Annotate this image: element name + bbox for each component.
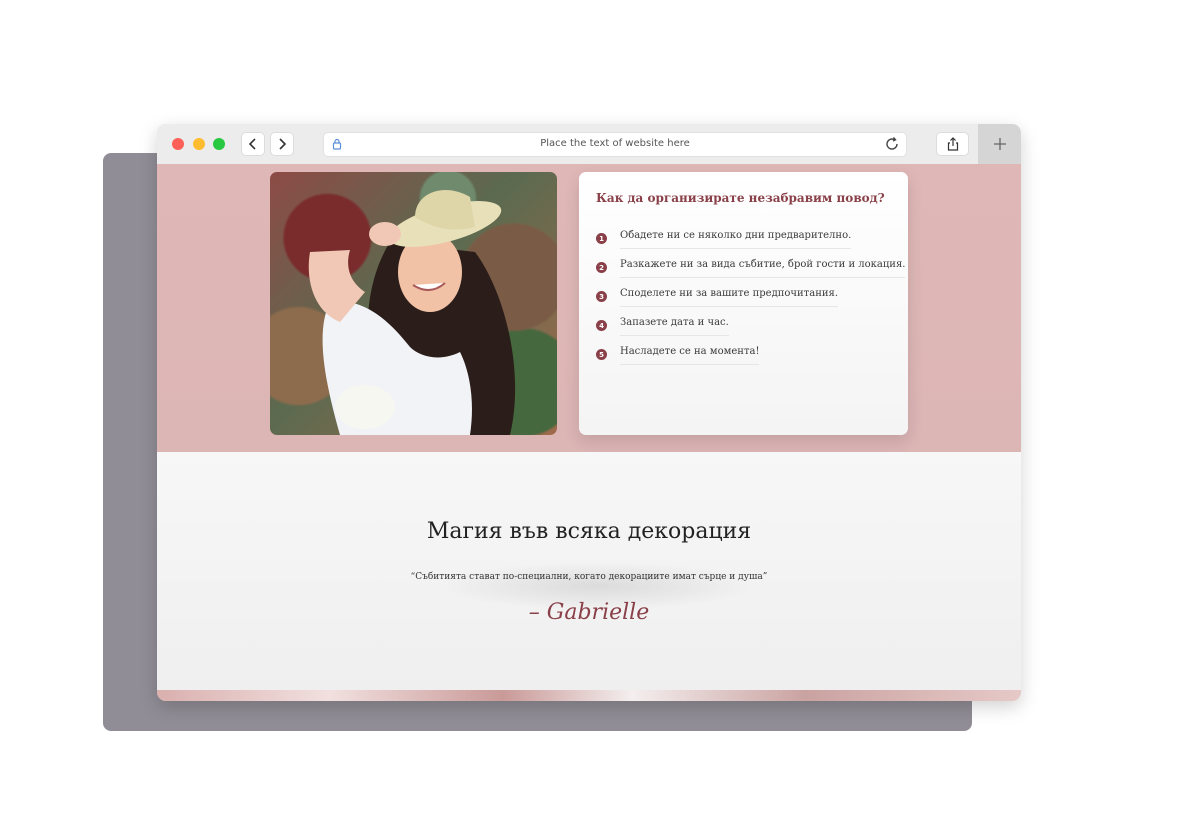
step-number: 5: [596, 349, 607, 360]
maximize-window-button[interactable]: [213, 138, 225, 150]
close-window-button[interactable]: [172, 138, 184, 150]
hero-photo: [270, 172, 557, 435]
url-text: Place the text of website here: [540, 138, 690, 149]
step-number: 2: [596, 262, 607, 273]
chevron-left-icon: [248, 138, 256, 150]
address-bar[interactable]: Place the text of website here: [323, 132, 907, 157]
card-title: Как да организирате незабравим повод?: [596, 191, 885, 205]
step-number: 3: [596, 291, 607, 302]
hero-section: Как да организирате незабравим повод? 1 …: [157, 164, 1021, 452]
browser-toolbar: Place the text of website here: [157, 124, 1021, 165]
share-button[interactable]: [936, 132, 969, 156]
signature: – Gabrielle: [528, 600, 650, 625]
list-item: 5 Насладете се на момента!: [596, 346, 905, 375]
quote-section: Магия във всяка декорация “Събитията ста…: [157, 452, 1021, 690]
plus-icon: [993, 138, 1006, 150]
how-to-card: Как да организирате незабравим повод? 1 …: [579, 172, 908, 435]
reload-icon[interactable]: [884, 136, 900, 152]
step-number: 1: [596, 233, 607, 244]
browser-window: Place the text of website here Как да ор…: [157, 124, 1021, 701]
step-text: Насладете се на момента!: [620, 346, 760, 365]
step-text: Запазете дата и час.: [620, 317, 729, 336]
section-title: Магия във всяка декорация: [426, 519, 752, 544]
list-item: 4 Запазете дата и час.: [596, 317, 905, 346]
list-item: 3 Споделете ни за вашите предпочитания.: [596, 288, 905, 317]
list-item: 2 Разкажете ни за вида събитие, брой гос…: [596, 259, 906, 288]
list-item: 1 Обадете ни се няколко дни предварителн…: [596, 230, 905, 259]
step-text: Обадете ни се няколко дни предварително.: [620, 230, 852, 249]
minimize-window-button[interactable]: [193, 138, 205, 150]
share-icon: [947, 137, 958, 151]
step-number: 4: [596, 320, 607, 331]
forward-button[interactable]: [270, 132, 294, 156]
woman-with-hat-photo-icon: [308, 189, 516, 435]
new-tab-button[interactable]: [978, 124, 1021, 164]
quote-text: “Събитията стават по-специални, когато д…: [410, 572, 768, 582]
chevron-right-icon: [279, 138, 287, 150]
next-section-preview: [157, 690, 1021, 701]
steps-list: 1 Обадете ни се няколко дни предварителн…: [596, 230, 906, 375]
step-text: Разкажете ни за вида събитие, брой гости…: [620, 259, 906, 278]
step-text: Споделете ни за вашите предпочитания.: [620, 288, 839, 307]
back-button[interactable]: [241, 132, 265, 156]
